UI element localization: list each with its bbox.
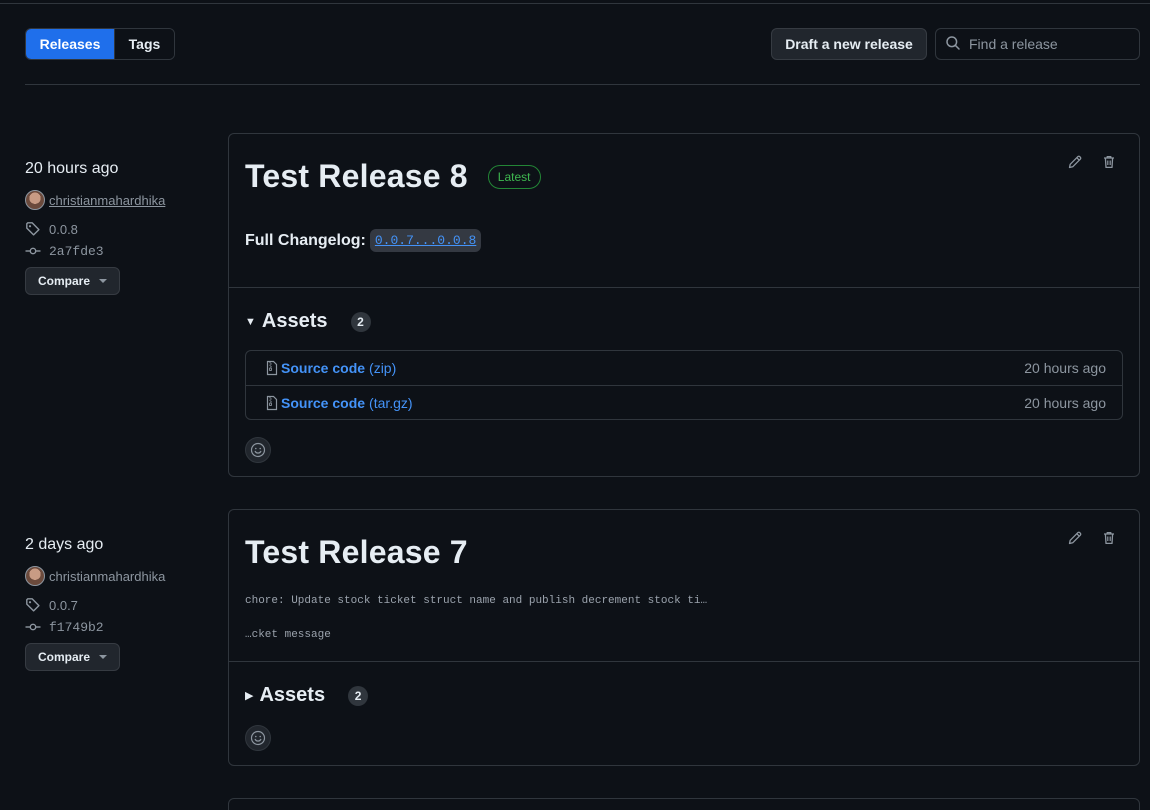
avatar[interactable] xyxy=(25,566,45,586)
release-title-row: Test Release 7 xyxy=(245,534,1123,571)
release-card xyxy=(228,798,1140,810)
release-title[interactable]: Test Release 7 xyxy=(245,534,468,571)
compare-label: Compare xyxy=(37,274,90,288)
assets-title: Assets xyxy=(259,684,326,706)
assets-count-badge: 2 xyxy=(348,685,369,706)
asset-time: 20 hours ago xyxy=(1024,394,1106,411)
author-link[interactable]: christianmahardhika xyxy=(49,193,165,208)
asset-name[interactable]: Source code xyxy=(281,360,365,376)
add-reaction-button[interactable] xyxy=(245,437,271,463)
release-notes-line: chore: Update stock ticket struct name a… xyxy=(245,595,708,607)
release-time: 20 hours ago xyxy=(25,160,119,177)
commit-row: f1749b2 xyxy=(25,619,215,635)
changelog-line: Full Changelog: 0.0.7...0.0.8 xyxy=(245,229,1123,252)
find-release-search[interactable] xyxy=(935,28,1140,60)
toolbar-divider xyxy=(25,84,1140,85)
draft-new-release-button[interactable]: Draft a new release xyxy=(771,28,927,60)
tag-row: 0.0.8 xyxy=(25,221,215,237)
asset-row: Source code (zip) 20 hours ago xyxy=(246,351,1122,385)
smiley-icon xyxy=(250,442,266,458)
assets-toggle[interactable]: ▼ Assets 2 xyxy=(245,310,1123,333)
triangle-down-icon: ▼ xyxy=(245,315,256,328)
release-meta: 20 hours ago christianmahardhika 0.0.8 2… xyxy=(25,160,215,295)
asset-list: Source code (zip) 20 hours ago Source co… xyxy=(245,350,1123,420)
release-actions xyxy=(1049,530,1117,546)
asset-row: Source code (tar.gz) 20 hours ago xyxy=(246,385,1122,419)
search-icon xyxy=(936,35,969,54)
commit-icon xyxy=(25,619,41,635)
pencil-icon[interactable] xyxy=(1067,530,1083,546)
commit-icon xyxy=(25,243,41,259)
tag-link[interactable]: 0.0.8 xyxy=(49,222,78,237)
release-time: 2 days ago xyxy=(25,536,104,553)
chevron-down-icon xyxy=(99,655,107,659)
commit-link[interactable]: f1749b2 xyxy=(49,620,104,635)
file-zip-icon xyxy=(264,395,281,411)
add-reaction-button[interactable] xyxy=(245,725,271,751)
assets-count-badge: 2 xyxy=(350,311,371,332)
release-actions xyxy=(1049,154,1117,170)
release-card: Test Release 7 chore: Update stock ticke… xyxy=(228,509,1140,766)
trash-icon[interactable] xyxy=(1101,530,1117,546)
release-title-row: Test Release 8 Latest xyxy=(245,158,1123,195)
release-notes-line: …cket message xyxy=(245,629,331,641)
release-meta: 2 days ago christianmahardhika 0.0.7 f17… xyxy=(25,536,215,671)
compare-button[interactable]: Compare xyxy=(25,267,120,295)
pencil-icon[interactable] xyxy=(1067,154,1083,170)
changelog-label: Full Changelog: xyxy=(245,231,366,249)
author-row: christianmahardhika xyxy=(25,190,215,210)
tag-icon xyxy=(25,221,41,237)
commit-link[interactable]: 2a7fde3 xyxy=(49,244,104,259)
commit-row: 2a7fde3 xyxy=(25,243,215,259)
tab-tags[interactable]: Tags xyxy=(114,29,174,59)
release-title[interactable]: Test Release 8 xyxy=(245,158,468,195)
trash-icon[interactable] xyxy=(1101,154,1117,170)
asset-ext[interactable]: (tar.gz) xyxy=(369,395,413,411)
author-link[interactable]: christianmahardhika xyxy=(49,569,165,584)
release-card: Test Release 8 Latest Full Changelog: 0.… xyxy=(228,133,1140,477)
asset-name[interactable]: Source code xyxy=(281,395,365,411)
latest-badge: Latest xyxy=(487,164,541,189)
author-row: christianmahardhika xyxy=(25,566,215,586)
tab-releases[interactable]: Releases xyxy=(26,29,114,59)
tag-icon xyxy=(25,597,41,613)
asset-ext[interactable]: (zip) xyxy=(369,360,396,376)
compare-button[interactable]: Compare xyxy=(25,643,120,671)
assets-title: Assets xyxy=(261,310,328,332)
chevron-down-icon xyxy=(99,279,107,283)
asset-time: 20 hours ago xyxy=(1024,360,1106,376)
triangle-right-icon: ▶ xyxy=(245,690,254,702)
search-input[interactable] xyxy=(969,36,1129,52)
avatar[interactable] xyxy=(25,190,45,210)
assets-toggle[interactable]: ▶ Assets 2 xyxy=(245,684,1123,707)
releases-tags-toggle: Releases Tags xyxy=(25,28,175,60)
changelog-compare-link[interactable]: 0.0.7...0.0.8 xyxy=(369,229,482,252)
file-zip-icon xyxy=(264,360,281,376)
top-border xyxy=(0,0,1150,4)
compare-label: Compare xyxy=(37,650,90,664)
tag-link[interactable]: 0.0.7 xyxy=(49,598,78,613)
smiley-icon xyxy=(250,730,266,746)
tag-row: 0.0.7 xyxy=(25,597,215,613)
